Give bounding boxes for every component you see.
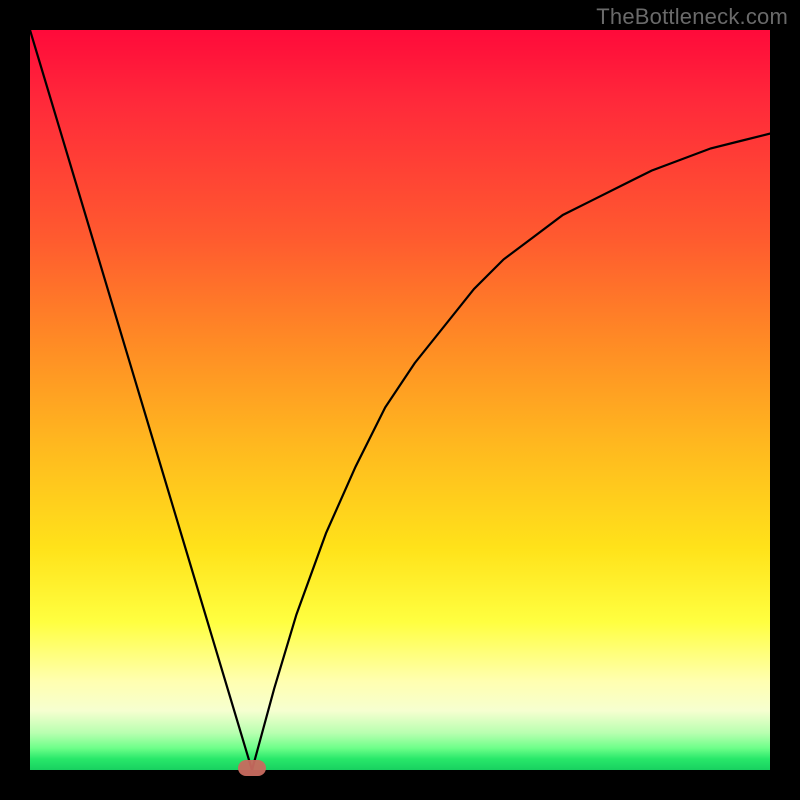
minimum-marker: [238, 760, 266, 776]
curve-right-branch: [252, 134, 770, 770]
chart-frame: TheBottleneck.com: [0, 0, 800, 800]
curve-left-branch: [30, 30, 252, 770]
watermark-text: TheBottleneck.com: [596, 4, 788, 30]
curve-layer: [30, 30, 770, 770]
plot-area: [30, 30, 770, 770]
